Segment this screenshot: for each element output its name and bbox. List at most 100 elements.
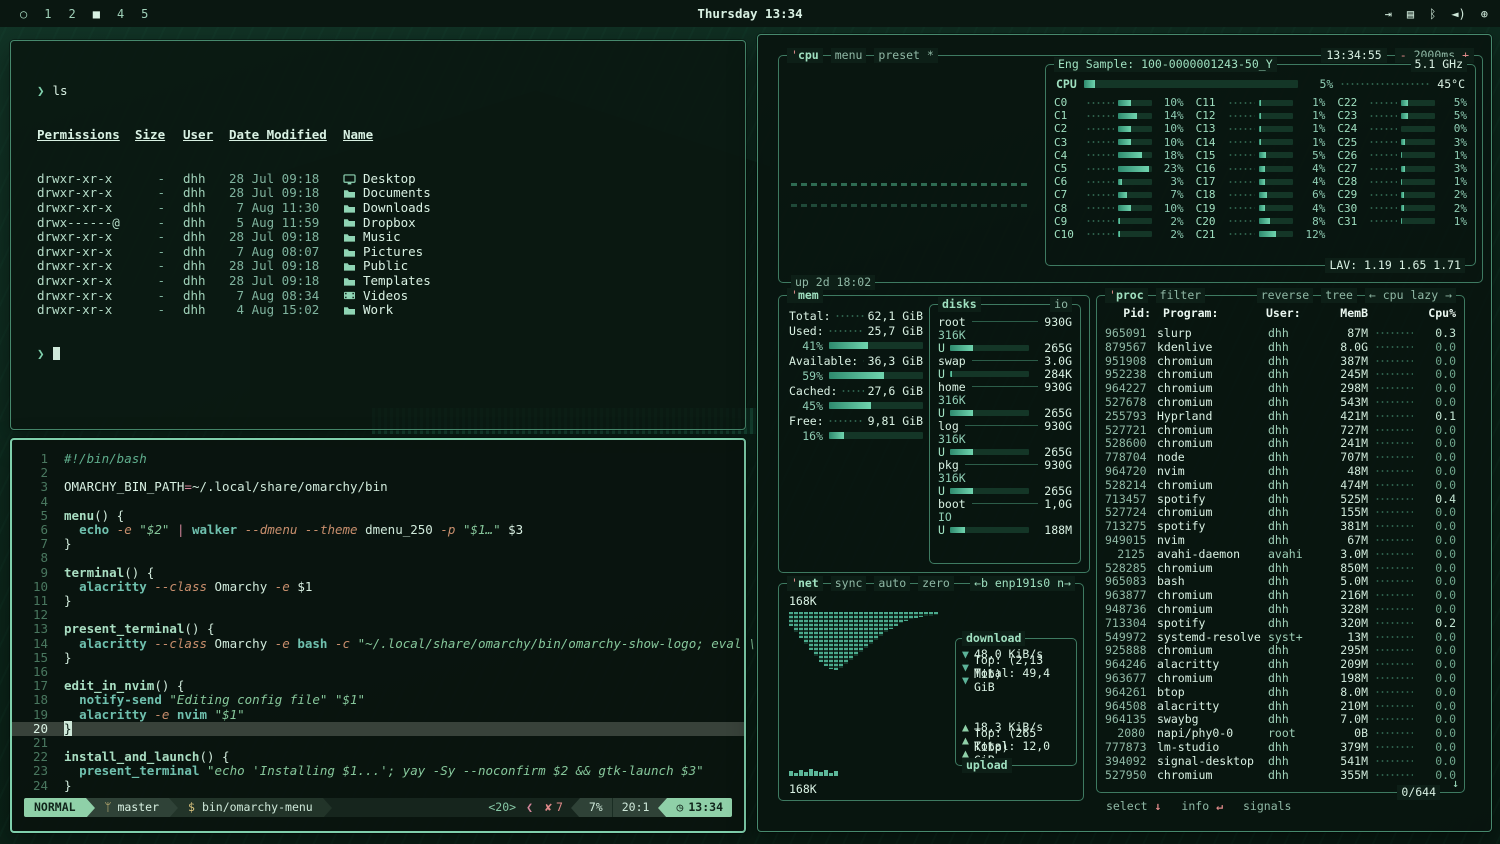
ls-rows: drwxr-xr-x-dhh28 Jul 09:18 Desktop drwxr… [37,172,745,318]
code-line: 14 alacritty --class Omarchy -e bash -c … [12,637,744,651]
disk-used-meter: U265G [938,406,1072,419]
filter-button[interactable]: filter [1156,288,1206,303]
process-row[interactable]: 965091slurpdhh87M0.3 [1105,326,1456,340]
core-row: C121% [1196,109,1326,122]
globe-icon[interactable]: ⊕ [1481,7,1488,21]
sort-selector[interactable]: ← cpu lazy → [1365,288,1456,303]
process-row[interactable]: 964720nvimdhh48M0.0 [1105,464,1456,478]
process-row[interactable]: 527950chromiumdhh355M0.0 [1105,768,1456,782]
disks-box-title: disks [938,297,981,312]
download-title: download [962,631,1025,646]
interval-minus[interactable]: - [1400,48,1407,62]
core-row: C261% [1337,149,1467,162]
process-row[interactable]: 527724chromiumdhh155M0.0 [1105,505,1456,519]
process-row[interactable]: 527721chromiumdhh727M0.0 [1105,423,1456,437]
process-row[interactable]: 527678chromiumdhh543M0.0 [1105,395,1456,409]
mem-stat: Used:25,7 GiB [789,323,923,338]
disks-title-row: disks io [938,297,1072,312]
menu-button[interactable]: menu [831,48,867,63]
workspace-2[interactable]: 2 [68,7,75,21]
mem-meter: 41% [789,338,923,353]
process-row[interactable]: 952238chromiumdhh245M0.0 [1105,367,1456,381]
workspace-5[interactable]: 5 [141,7,148,21]
col-pid[interactable]: Pid: [1105,306,1155,320]
sync-button[interactable]: sync [831,576,867,591]
process-row[interactable]: 713304spotifydhh320M0.2 [1105,616,1456,630]
code-line: 10 alacritty --class Omarchy -e $1 [12,580,744,594]
scroll-down-icon[interactable]: ↓ [1452,776,1459,790]
process-row[interactable]: 963877chromiumdhh216M0.0 [1105,588,1456,602]
tree-button[interactable]: tree [1321,288,1357,303]
git-branch: ᛘmaster [95,798,169,817]
preset-button[interactable]: preset * [874,48,937,63]
process-row[interactable]: 777873lm-studiodhh379M0.0 [1105,740,1456,754]
file-row: drwxr-xr-x-dhh28 Jul 09:18 Templates [37,274,745,289]
process-row[interactable]: 964246alacrittydhh209M0.0 [1105,657,1456,671]
col-cpu[interactable]: Cpu% [1418,306,1456,320]
cpu-total-pct: 5% [1305,77,1333,91]
net-box-title: 'net [787,576,823,591]
process-row[interactable]: 713457spotifydhh525M0.4 [1105,492,1456,506]
process-row[interactable]: 879567kdenlivedhh8.0G0.0 [1105,340,1456,354]
clock: Thursday 13:34 [697,6,802,21]
chevron-icon: ❮ [522,798,537,817]
net-interface[interactable]: ←b enp191s0 n→ [970,576,1075,591]
process-row[interactable]: 963677chromiumdhh198M0.0 [1105,671,1456,685]
workspace-3[interactable]: ■ [93,7,100,21]
process-row[interactable]: 965083bashdhh5.0M0.0 [1105,574,1456,588]
process-row[interactable]: 964227chromiumdhh298M0.0 [1105,381,1456,395]
process-row[interactable]: 2080napi/phy0-0root0B0.0 [1105,726,1456,740]
process-row[interactable]: 778704nodedhh707M0.0 [1105,450,1456,464]
process-row[interactable]: 2125avahi-daemonavahi3.0M0.0 [1105,547,1456,561]
process-row[interactable]: 528600chromiumdhh241M0.0 [1105,436,1456,450]
process-row[interactable]: 925888chromiumdhh295M0.0 [1105,643,1456,657]
process-row[interactable]: 964135swaybgdhh7.0M0.0 [1105,712,1456,726]
process-row[interactable]: 549972systemd-resolvesyst+13M0.0 [1105,630,1456,644]
line-number: 16 [12,665,48,679]
disk-name: swap3.0G [938,354,1072,367]
process-row[interactable]: 713275spotifydhh381M0.0 [1105,519,1456,533]
col-user[interactable]: User: [1266,306,1318,320]
info-hint[interactable]: info ↵ [1181,799,1223,813]
volume-icon[interactable]: ◄) [1451,7,1465,21]
logout-icon[interactable]: ⇥ [1385,7,1392,21]
mem-stat: Available:36,3 GiB [789,353,923,368]
auto-button[interactable]: auto [874,576,910,591]
bluetooth-icon[interactable]: ᛒ [1429,7,1436,21]
file-row: drwxr-xr-x-dhh 4 Aug 15:02 Work [37,303,745,318]
disk-used-meter: U265G [938,445,1072,458]
reverse-button[interactable]: reverse [1257,288,1313,303]
editor-lines: 1#!/bin/bash23OMARCHY_BIN_PATH=~/.local/… [12,440,744,793]
net-scale-top: 168K [789,594,817,608]
line-number: 17 [12,679,48,693]
signals-hint[interactable]: signals [1243,799,1291,813]
file-path: bin/omarchy-menu [202,800,313,814]
folder-icon [343,232,356,243]
load-average: LAV: 1.19 1.65 1.71 [1325,258,1465,273]
col-mem[interactable]: MemB [1318,306,1368,320]
process-row[interactable]: 528214chromiumdhh474M0.0 [1105,478,1456,492]
select-hint[interactable]: select ↓ [1106,799,1161,813]
io-mode-button[interactable]: io [1050,297,1072,312]
process-row[interactable]: 964508alacrittydhh210M0.0 [1105,699,1456,713]
col-program[interactable]: Program: [1155,306,1266,320]
process-row[interactable]: 964261btopdhh8.0M0.0 [1105,685,1456,699]
workspace-icon[interactable]: ○ [20,7,27,21]
zero-button[interactable]: zero [918,576,954,591]
code-line: 16 [12,665,744,679]
process-row[interactable]: 528285chromiumdhh850M0.0 [1105,561,1456,575]
net-download-graph [789,612,945,740]
process-row[interactable]: 951908chromiumdhh387M0.0 [1105,354,1456,368]
workspace-4[interactable]: 4 [117,7,124,21]
process-row[interactable]: 394092signal-desktopdhh541M0.0 [1105,754,1456,768]
network-icon[interactable]: ▤ [1407,7,1414,21]
workspace-1[interactable]: 1 [44,7,51,21]
disk-name: log930G [938,419,1072,432]
core-row: C311% [1337,215,1467,228]
disk-io: 316K [938,432,1072,445]
process-row[interactable]: 948736chromiumdhh328M0.0 [1105,602,1456,616]
monitor-icon [343,174,356,185]
line-number: 9 [12,566,48,580]
process-row[interactable]: 949015nvimdhh67M0.0 [1105,533,1456,547]
process-row[interactable]: 255793Hyprlanddhh421M0.1 [1105,409,1456,423]
